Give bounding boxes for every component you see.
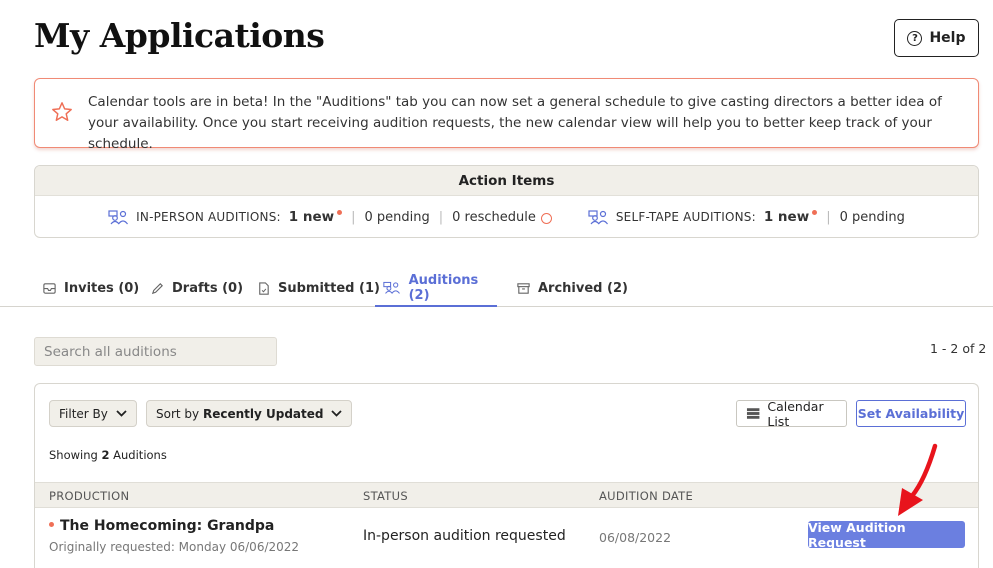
production-subtitle: Originally requested: Monday 06/06/2022 xyxy=(49,540,300,554)
table-row: The Homecoming: Grandpa Originally reque… xyxy=(35,508,978,568)
new-dot xyxy=(812,209,818,215)
showing-count: Showing 2 Auditions xyxy=(49,448,167,462)
banner-text: Calendar tools are in beta! In the "Audi… xyxy=(88,94,942,152)
self-tape-new[interactable]: 1 new xyxy=(764,209,809,225)
result-count: 1 - 2 of 2 xyxy=(930,341,987,356)
tab-invites[interactable]: Invites (0) xyxy=(34,270,147,307)
tab-auditions[interactable]: Auditions (2) xyxy=(375,270,497,307)
annotation-arrow xyxy=(898,443,938,516)
list-icon xyxy=(746,408,760,419)
tab-bar: Invites (0) Drafts (0) Submitted (1) Aud… xyxy=(0,270,993,307)
tab-submitted[interactable]: Submitted (1) xyxy=(248,270,388,307)
column-production: PRODUCTION xyxy=(49,489,130,503)
page-title: My Applications xyxy=(34,16,325,55)
chevron-down-icon xyxy=(331,410,343,417)
help-label: Help xyxy=(929,30,966,46)
star-icon xyxy=(52,102,72,121)
self-tape-label: SELF-TAPE AUDITIONS: xyxy=(615,210,756,224)
question-icon: ? xyxy=(907,30,923,46)
action-items-title: Action Items xyxy=(35,166,978,196)
tab-drafts[interactable]: Drafts (0) xyxy=(142,270,251,307)
audition-date: 06/08/2022 xyxy=(599,530,672,545)
document-icon xyxy=(259,282,269,295)
column-status: STATUS xyxy=(363,489,408,503)
in-person-new[interactable]: 1 new xyxy=(289,209,334,225)
filter-by-dropdown[interactable]: Filter By xyxy=(49,400,137,427)
tab-archived[interactable]: Archived (2) xyxy=(508,270,636,307)
beta-banner: Calendar tools are in beta! In the "Audi… xyxy=(34,78,979,152)
set-availability-button[interactable]: Set Availability xyxy=(856,400,966,427)
in-person-reschedule[interactable]: 0 reschedule xyxy=(452,210,536,225)
search-input[interactable] xyxy=(34,337,277,366)
audition-status: In-person audition requested xyxy=(363,528,566,544)
clock-icon xyxy=(540,212,552,224)
sort-dropdown[interactable]: Sort by Recently Updated xyxy=(146,400,353,427)
table-header: PRODUCTION STATUS AUDITION DATE xyxy=(35,482,978,508)
new-dot xyxy=(49,522,54,527)
auditions-panel: Filter By Sort by Recently Updated Calen… xyxy=(34,383,979,568)
calendar-list-button[interactable]: Calendar List xyxy=(736,399,847,429)
action-items-panel: Action Items IN-PERSON AUDITIONS: 1 new … xyxy=(34,165,979,238)
in-person-label: IN-PERSON AUDITIONS: xyxy=(136,210,281,224)
column-audition-date: AUDITION DATE xyxy=(599,489,694,503)
production-title[interactable]: The Homecoming: Grandpa xyxy=(49,518,274,534)
people-icon xyxy=(383,281,400,294)
archive-icon xyxy=(517,283,530,294)
help-button[interactable]: ? Help xyxy=(894,19,979,57)
people-icon xyxy=(108,210,129,225)
new-dot xyxy=(337,209,343,215)
view-audition-request-button[interactable]: View Audition Request xyxy=(808,520,965,550)
self-tape-pending[interactable]: 0 pending xyxy=(840,210,905,225)
chevron-down-icon xyxy=(116,410,127,417)
in-person-pending[interactable]: 0 pending xyxy=(364,210,429,225)
action-items-row: IN-PERSON AUDITIONS: 1 new | 0 pending |… xyxy=(35,196,978,237)
people-icon xyxy=(588,210,608,225)
invite-icon xyxy=(43,283,56,294)
pencil-icon xyxy=(151,283,163,295)
